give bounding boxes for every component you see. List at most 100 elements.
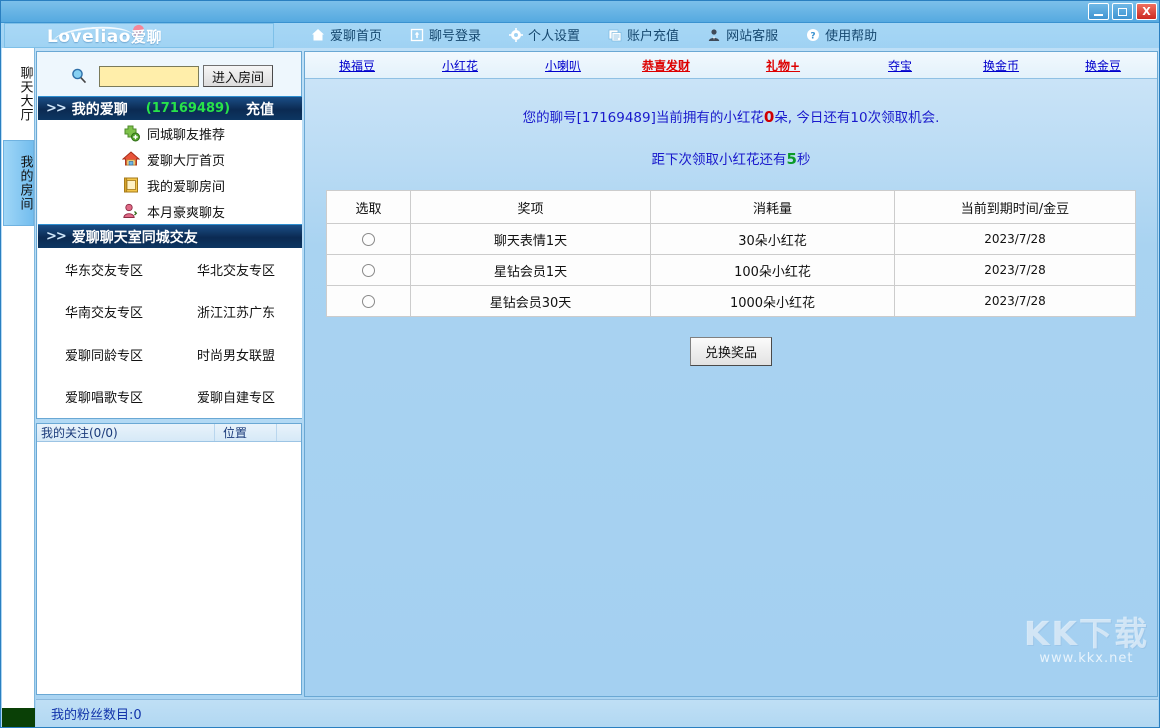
region-item[interactable]: 爱聊自建专区 <box>170 387 302 406</box>
close-icon: X <box>1142 6 1150 17</box>
sidebar-item-hall-home[interactable]: 爱聊大厅首页 <box>38 146 302 172</box>
nav-label-recharge: 账户充值 <box>627 25 679 44</box>
sidebar-item-local-friends[interactable]: 同城聊友推荐 <box>38 120 302 146</box>
region-grid: 华东交友专区 华北交友专区 华南交友专区 浙江江苏广东 爱聊同龄专区 时尚男女联… <box>38 248 302 418</box>
nav-label-help: 使用帮助 <box>825 25 877 44</box>
toolbar-link-fortune[interactable]: 恭喜发财 <box>642 57 690 74</box>
vip-user-icon <box>122 202 140 220</box>
maximize-icon <box>1118 8 1127 16</box>
sidebar-item-label: 爱聊大厅首页 <box>147 150 225 169</box>
nav-item-recharge[interactable]: 账户充值 <box>608 25 679 44</box>
region-item[interactable]: 华南交友专区 <box>38 302 170 321</box>
toolbar-link-treasure[interactable]: 夺宝 <box>888 57 912 74</box>
table-row: 星钻会员30天 1000朵小红花 2023/7/28 <box>327 286 1136 317</box>
toolbar-link-gold-coin[interactable]: 换金币 <box>983 57 1019 74</box>
home-icon <box>311 28 325 42</box>
row-select-cell[interactable] <box>327 286 411 317</box>
chevron-right-icon: >> <box>46 101 66 116</box>
watermark-text: KK下载 <box>1024 617 1149 651</box>
col-header-expire: 当前到期时间/金豆 <box>895 191 1136 224</box>
main-nav: 爱聊首页 聊号登录 个人设置 账户充值 <box>311 25 877 44</box>
brand-name-en: Loveliao <box>47 27 131 47</box>
logo-panel: Loveliao爱聊 <box>4 23 274 48</box>
title-bar: X <box>1 1 1160 23</box>
region-item[interactable]: 华北交友专区 <box>170 260 302 279</box>
close-button[interactable]: X <box>1136 3 1157 20</box>
table-row: 星钻会员1天 100朵小红花 2023/7/28 <box>327 255 1136 286</box>
left-panel: 进入房间 >> 我的爱聊 (17169489) 充值 同城聊友推荐 爱聊大厅首页 <box>36 51 302 419</box>
minimize-icon <box>1094 14 1103 16</box>
maximize-button[interactable] <box>1112 3 1133 20</box>
region-item[interactable]: 时尚男女联盟 <box>170 345 302 364</box>
chevron-right-icon: >> <box>46 229 66 244</box>
login-icon <box>410 28 424 42</box>
redeem-button-wrap: 兑换奖品 <box>305 337 1157 366</box>
toolbar-link-gift[interactable]: 礼物+ <box>766 57 800 74</box>
region-item[interactable]: 浙江江苏广东 <box>170 302 302 321</box>
sidebar-item-label: 本月豪爽聊友 <box>147 202 225 221</box>
watermark-url: www.kkx.net <box>1024 651 1149 666</box>
notice-flower-count: 0 <box>764 108 774 126</box>
radio-button[interactable] <box>362 264 375 277</box>
table-header-row: 选取 奖项 消耗量 当前到期时间/金豆 <box>327 191 1136 224</box>
countdown-notice: 距下次领取小红花还有5秒 <box>305 148 1157 168</box>
countdown-prefix: 距下次领取小红花还有 <box>652 152 787 168</box>
row-select-cell[interactable] <box>327 255 411 286</box>
vtabs-footer-block <box>2 708 35 727</box>
recharge-icon <box>608 28 622 42</box>
follow-list-body[interactable] <box>37 442 301 694</box>
book-icon <box>122 176 140 194</box>
app-header: Loveliao爱聊 爱聊首页 聊号登录 个人设置 <box>1 23 1160 48</box>
col-header-prize: 奖项 <box>411 191 651 224</box>
brand-name-cn: 爱聊 <box>131 28 162 46</box>
row-prize: 星钻会员30天 <box>411 286 651 317</box>
help-icon: ? <box>806 28 820 42</box>
svg-text:?: ? <box>810 31 815 41</box>
row-select-cell[interactable] <box>327 224 411 255</box>
table-row: 聊天表情1天 30朵小红花 2023/7/28 <box>327 224 1136 255</box>
enter-room-button[interactable]: 进入房间 <box>203 65 273 87</box>
region-item[interactable]: 华东交友专区 <box>38 260 170 279</box>
room-search-row: 进入房间 <box>37 56 303 96</box>
follow-col-location[interactable]: 位置 <box>215 424 277 441</box>
nav-label-login: 聊号登录 <box>429 25 481 44</box>
sidebar-item-label: 同城聊友推荐 <box>147 124 225 143</box>
nav-label-settings: 个人设置 <box>528 25 580 44</box>
nav-item-settings[interactable]: 个人设置 <box>509 25 580 44</box>
toolbar-link-fudou[interactable]: 换福豆 <box>339 57 375 74</box>
toolbar-link-horn[interactable]: 小喇叭 <box>545 57 581 74</box>
redeem-button[interactable]: 兑换奖品 <box>690 337 772 366</box>
toolbar-link-flower[interactable]: 小红花 <box>442 57 478 74</box>
recharge-link[interactable]: 充值 <box>246 99 274 119</box>
minimize-button[interactable] <box>1088 3 1109 20</box>
search-input[interactable] <box>99 66 199 87</box>
main-content: 换福豆 小红花 小喇叭 恭喜发财 礼物+ 夺宝 换金币 换金豆 您的聊号[171… <box>304 51 1158 697</box>
radio-button[interactable] <box>362 295 375 308</box>
region-item[interactable]: 爱聊同龄专区 <box>38 345 170 364</box>
vtab-my-room[interactable]: 我的房间 <box>3 140 34 226</box>
follow-col-name[interactable]: 我的关注(0/0) <box>37 424 215 441</box>
nav-item-login[interactable]: 聊号登录 <box>410 25 481 44</box>
brand-logo: Loveliao爱聊 <box>47 26 162 47</box>
house-icon <box>122 150 140 168</box>
row-expire: 2023/7/28 <box>895 224 1136 255</box>
sidebar-item-my-room[interactable]: 我的爱聊房间 <box>38 172 302 198</box>
nav-label-support: 网站客服 <box>726 25 778 44</box>
toolbar-link-gold-bean[interactable]: 换金豆 <box>1085 57 1121 74</box>
vtab-chat-hall[interactable]: 聊天大厅 <box>3 51 34 137</box>
nav-item-help[interactable]: ? 使用帮助 <box>806 25 877 44</box>
nav-item-support[interactable]: 网站客服 <box>707 25 778 44</box>
region-item[interactable]: 爱聊唱歌专区 <box>38 387 170 406</box>
flower-notice: 您的聊号[17169489]当前拥有的小红花0朵, 今日还有10次领取机会. <box>305 106 1157 126</box>
add-friend-icon <box>122 124 140 142</box>
row-cost: 100朵小红花 <box>651 255 895 286</box>
watermark: KK下载 www.kkx.net <box>1024 617 1149 666</box>
radio-button[interactable] <box>362 233 375 246</box>
nav-item-home[interactable]: 爱聊首页 <box>311 25 382 44</box>
follow-list-panel: 我的关注(0/0) 位置 <box>36 423 302 695</box>
sidebar-item-label: 我的爱聊房间 <box>147 176 225 195</box>
user-support-icon <box>707 28 721 42</box>
sidebar-item-top-spenders[interactable]: 本月豪爽聊友 <box>38 198 302 224</box>
col-header-cost: 消耗量 <box>651 191 895 224</box>
follow-list-header: 我的关注(0/0) 位置 <box>37 424 301 442</box>
